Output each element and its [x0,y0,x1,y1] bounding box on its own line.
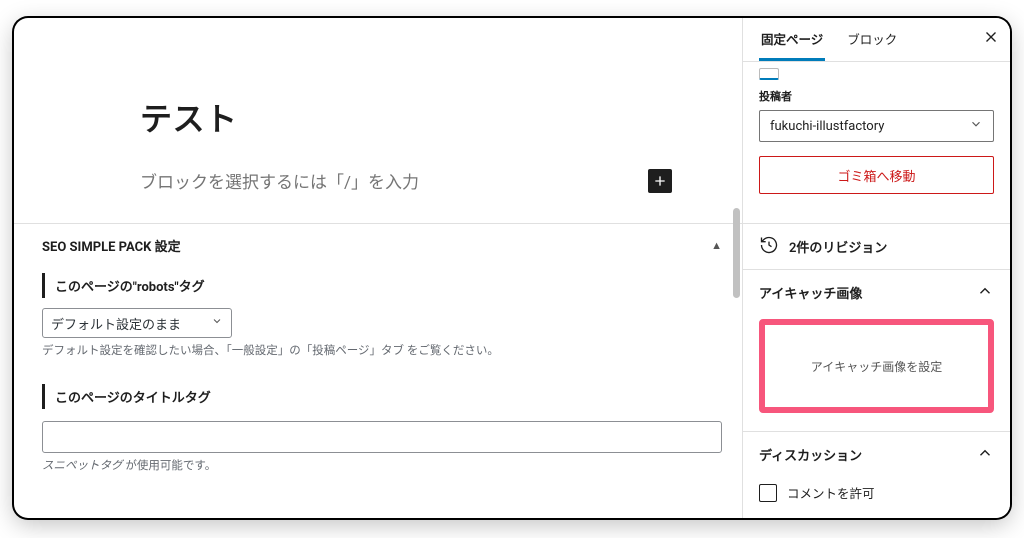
titletag-input[interactable] [42,421,722,453]
close-sidebar-button[interactable] [982,28,1000,51]
chevron-up-icon [976,282,994,304]
block-inserter-row: ブロックを選択するには「/」を入力 [140,168,672,193]
scrollbar[interactable] [733,208,740,298]
allow-comments-label: コメントを許可 [787,483,875,502]
discussion-header[interactable]: ディスカッション [743,431,1010,477]
tab-block[interactable]: ブロック [845,18,899,61]
chevron-down-icon [969,117,983,135]
author-select[interactable]: fukuchi-illustfactory [759,110,994,142]
history-icon [759,235,779,259]
featured-image-header[interactable]: アイキャッチ画像 [743,269,1010,315]
sidebar-body: 投稿者 fukuchi-illustfactory ゴミ箱へ移動 [743,62,1010,223]
robots-select[interactable]: デフォルト設定のまま [42,308,232,338]
caret-up-icon: ▲ [711,239,722,252]
discussion-heading: ディスカッション [759,445,862,464]
robots-value: デフォルト設定のまま [51,314,181,333]
set-featured-image-button[interactable]: アイキャッチ画像を設定 [759,319,994,413]
titletag-helper-em: スニペットタグ [42,458,123,472]
seo-panel: SEO SIMPLE PACK 設定 ▲ このページの"robots"タグ デフ… [14,223,742,473]
robots-label: このページの"robots"タグ [42,273,722,298]
add-block-button[interactable] [648,169,672,193]
allow-comments-checkbox[interactable] [759,484,777,502]
seo-panel-heading: SEO SIMPLE PACK 設定 [42,236,181,255]
settings-sidebar: 固定ページ ブロック 投稿者 fukuchi-illustfactory ゴミ箱… [742,18,1010,518]
app-frame: テスト ブロックを選択するには「/」を入力 SEO SIMPLE PACK 設定… [14,18,1010,518]
editor-main: テスト ブロックを選択するには「/」を入力 SEO SIMPLE PACK 設定… [14,18,742,518]
tab-page[interactable]: 固定ページ [759,18,825,61]
featured-image-body: アイキャッチ画像を設定 [743,315,1010,431]
robots-helper: デフォルト設定を確認したい場合、「一般設定」の「投稿ページ」タブ をご覧ください… [42,342,722,358]
revisions-text: 2件のリビジョン [789,237,887,256]
chevron-up-icon [976,444,994,466]
revisions-row[interactable]: 2件のリビジョン [743,223,1010,269]
editor-scroll[interactable]: テスト ブロックを選択するには「/」を入力 SEO SIMPLE PACK 設定… [14,18,742,518]
seo-panel-header[interactable]: SEO SIMPLE PACK 設定 ▲ [42,236,722,255]
sidebar-tabs: 固定ページ ブロック [743,18,1010,62]
chevron-down-icon [211,315,223,331]
titletag-helper: スニペットタグ が使用可能です。 [42,457,722,473]
template-thumb-icon [759,68,779,80]
author-value: fukuchi-illustfactory [770,119,884,134]
move-to-trash-button[interactable]: ゴミ箱へ移動 [759,156,994,194]
allow-comments-row: コメントを許可 [743,477,1010,518]
page-title[interactable]: テスト [140,94,672,140]
featured-image-heading: アイキャッチ画像 [759,283,862,302]
author-label: 投稿者 [759,88,994,104]
titletag-label: このページのタイトルタグ [42,384,722,409]
block-placeholder[interactable]: ブロックを選択するには「/」を入力 [140,168,419,193]
